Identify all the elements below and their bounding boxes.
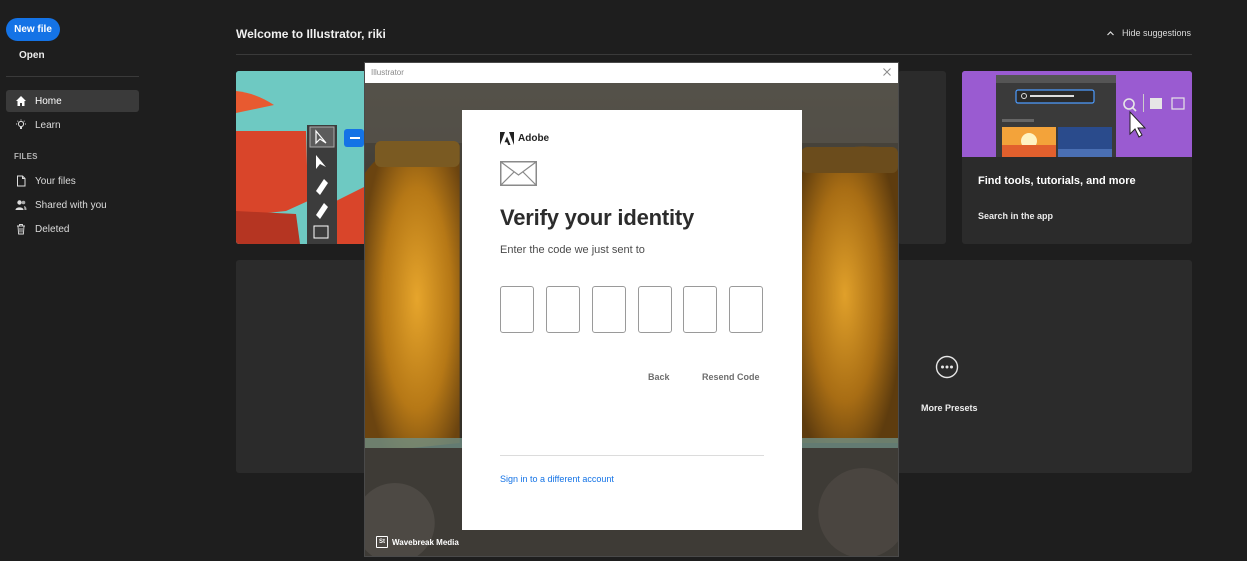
verify-identity-panel: Adobe Verify your identity Enter the cod… xyxy=(462,110,802,530)
more-presets-icon[interactable] xyxy=(935,355,959,379)
close-icon[interactable] xyxy=(882,67,892,77)
files-heading: FILES xyxy=(14,152,38,161)
search-in-app-link[interactable]: Search in the app xyxy=(978,211,1053,221)
adobe-logo: Adobe xyxy=(500,132,549,145)
adobe-logo-icon xyxy=(500,132,514,145)
code-digit-4[interactable] xyxy=(638,286,672,333)
people-icon xyxy=(15,200,27,210)
home-icon xyxy=(16,96,26,106)
welcome-heading: Welcome to Illustrator, riki xyxy=(236,27,386,41)
back-button[interactable]: Back xyxy=(648,372,670,382)
verify-heading: Verify your identity xyxy=(500,205,695,230)
hide-suggestions-label: Hide suggestions xyxy=(1122,28,1192,38)
suggestion-card-middle[interactable] xyxy=(898,71,946,244)
sidebar-item-label: Shared with you xyxy=(35,199,107,211)
dialog-title: Illustrator xyxy=(371,68,404,77)
dialog-titlebar: Illustrator xyxy=(365,63,898,83)
code-digit-5[interactable] xyxy=(683,286,717,333)
sidebar-item-label: Home xyxy=(35,95,62,107)
sign-in-dialog: Illustrator St Wavebreak Media Adobe Ver… xyxy=(364,62,899,557)
envelope-icon xyxy=(500,161,537,186)
code-digit-6[interactable] xyxy=(729,286,763,333)
code-digit-3[interactable] xyxy=(592,286,626,333)
code-digit-1[interactable] xyxy=(500,286,534,333)
more-presets-label[interactable]: More Presets xyxy=(921,403,978,413)
suggestion-card-title: Find tools, tutorials, and more xyxy=(978,175,1136,187)
photo-credit: St Wavebreak Media xyxy=(376,536,459,548)
verify-subtext: Enter the code we just sent to xyxy=(500,244,645,256)
trash-icon xyxy=(17,224,25,235)
stock-badge-icon: St xyxy=(376,536,388,548)
sidebar-item-home[interactable]: Home xyxy=(6,90,139,112)
resend-code-button[interactable]: Resend Code xyxy=(702,372,760,382)
hide-suggestions-button[interactable]: Hide suggestions xyxy=(1106,28,1191,38)
tools-illustration xyxy=(236,71,376,244)
sidebar-item-label: Learn xyxy=(35,119,61,131)
photo-credit-label: Wavebreak Media xyxy=(392,537,459,547)
sidebar-item-shared[interactable]: Shared with you xyxy=(6,194,139,216)
code-digit-2[interactable] xyxy=(546,286,580,333)
sidebar-divider xyxy=(6,76,139,77)
adobe-logo-label: Adobe xyxy=(518,133,550,144)
panel-divider xyxy=(500,455,764,456)
sidebar-item-deleted[interactable]: Deleted xyxy=(6,218,139,240)
suggestion-card-search[interactable]: Find tools, tutorials, and more Search i… xyxy=(962,71,1192,244)
document-icon xyxy=(17,175,26,187)
sidebar-item-your-files[interactable]: Your files xyxy=(6,170,139,192)
chevron-up-icon xyxy=(1107,30,1114,35)
sidebar-item-label: Your files xyxy=(35,175,76,187)
sidebar-item-learn[interactable]: Learn xyxy=(6,114,139,136)
header-divider xyxy=(236,54,1192,55)
search-illustration xyxy=(962,71,1192,157)
suggestion-card-tools[interactable] xyxy=(236,71,376,244)
sidebar: New file Open Home Learn FILES Your file… xyxy=(0,0,150,561)
lightbulb-icon xyxy=(16,119,26,129)
different-account-link[interactable]: Sign in to a different account xyxy=(500,474,614,484)
open-button[interactable]: Open xyxy=(19,50,45,61)
new-file-button[interactable]: New file xyxy=(6,18,60,41)
sidebar-item-label: Deleted xyxy=(35,223,70,235)
